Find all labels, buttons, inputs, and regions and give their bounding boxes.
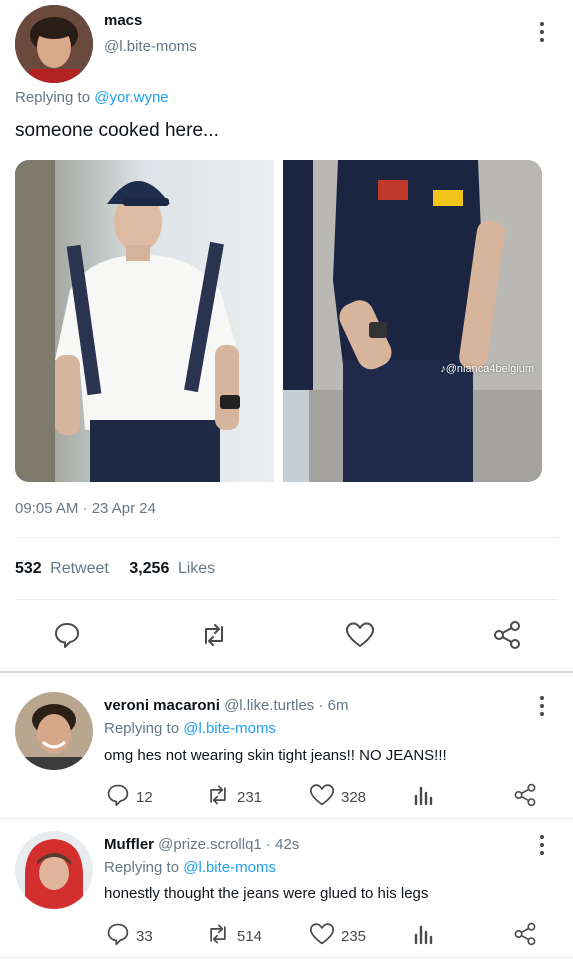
reply-like-action[interactable]: 235 — [309, 922, 366, 950]
reply-avatar[interactable] — [15, 831, 93, 909]
reply-retweet-action[interactable]: 514 — [205, 922, 262, 950]
retweet-icon — [205, 783, 231, 811]
reply-reply-action[interactable]: 33 — [106, 922, 153, 950]
reply-author-name[interactable]: veroni macaroni — [104, 697, 220, 714]
tweet-image-2[interactable]: ♪@nianca4belgium — [283, 160, 542, 482]
author-name[interactable]: macs — [104, 12, 142, 29]
replying-to-line: Replying to @yor.wyne — [15, 89, 169, 106]
share-icon[interactable] — [513, 783, 537, 807]
share-icon[interactable] — [492, 620, 522, 650]
replying-to-link[interactable]: @yor.wyne — [94, 89, 168, 106]
reply-replying-prefix: Replying to — [104, 720, 180, 737]
retweet-icon[interactable] — [199, 621, 229, 649]
reply-replying-link[interactable]: @l.bite-moms — [183, 720, 276, 737]
like-icon — [309, 783, 335, 811]
reply-header: Muffler @prize.scrollq1 · 42s — [104, 836, 299, 853]
reply-more-options-icon[interactable] — [530, 833, 554, 857]
reply-icon[interactable] — [53, 621, 81, 649]
author-handle[interactable]: @l.bite-moms — [104, 38, 197, 55]
tweet-text: someone cooked here... — [15, 120, 219, 141]
divider — [0, 818, 573, 819]
reply-count: 12 — [136, 788, 153, 806]
author-avatar[interactable] — [15, 5, 93, 83]
tweet-timestamp: 09:05 AM · 23 Apr 24 — [15, 500, 156, 517]
retweet-count[interactable]: 532 — [15, 560, 42, 577]
reply-like-action[interactable]: 328 — [309, 783, 366, 811]
more-options-icon[interactable] — [530, 20, 554, 44]
retweet-count: 514 — [237, 927, 263, 945]
reply-text: honestly thought the jeans were glued to… — [104, 885, 429, 902]
like-icon — [309, 922, 335, 950]
reply-header: veroni macaroni @l.like.turtles · 6m — [104, 697, 348, 714]
replying-prefix: Replying to — [15, 89, 91, 106]
analytics-icon[interactable] — [413, 784, 435, 806]
reply-icon — [106, 783, 130, 811]
reply-reply-action[interactable]: 12 — [106, 783, 153, 811]
reply-handle-time[interactable]: @prize.scrollq1 · 42s — [158, 836, 299, 853]
divider — [0, 957, 573, 958]
reply-handle-time[interactable]: @l.like.turtles · 6m — [224, 697, 348, 714]
reply-count: 33 — [136, 927, 153, 945]
like-label[interactable]: Likes — [178, 560, 215, 577]
reply-replying-to: Replying to @l.bite-moms — [104, 859, 276, 876]
reply-more-options-icon[interactable] — [530, 694, 554, 718]
retweet-label[interactable]: Retweet — [50, 560, 109, 577]
analytics-icon[interactable] — [413, 923, 435, 945]
section-divider — [0, 671, 573, 673]
like-count: 235 — [341, 927, 367, 945]
reply-author-name[interactable]: Muffler — [104, 836, 154, 853]
reply-retweet-action[interactable]: 231 — [205, 783, 262, 811]
reply-replying-prefix: Replying to — [104, 859, 180, 876]
retweet-count: 231 — [237, 788, 263, 806]
like-count[interactable]: 3,256 — [129, 560, 169, 577]
reply-avatar[interactable] — [15, 692, 93, 770]
reply-text: omg hes not wearing skin tight jeans!! N… — [104, 747, 447, 764]
divider — [15, 599, 558, 600]
tweet-image-1[interactable] — [15, 160, 274, 482]
image-watermark: ♪@nianca4belgium — [440, 363, 534, 375]
retweet-icon — [205, 922, 231, 950]
divider — [15, 537, 558, 538]
like-icon[interactable] — [345, 621, 375, 649]
reply-icon — [106, 922, 130, 950]
share-icon[interactable] — [513, 922, 537, 946]
reply-replying-link[interactable]: @l.bite-moms — [183, 859, 276, 876]
like-count: 328 — [341, 788, 367, 806]
tweet-stats: 532 Retweet 3,256 Likes — [15, 560, 215, 578]
reply-replying-to: Replying to @l.bite-moms — [104, 720, 276, 737]
